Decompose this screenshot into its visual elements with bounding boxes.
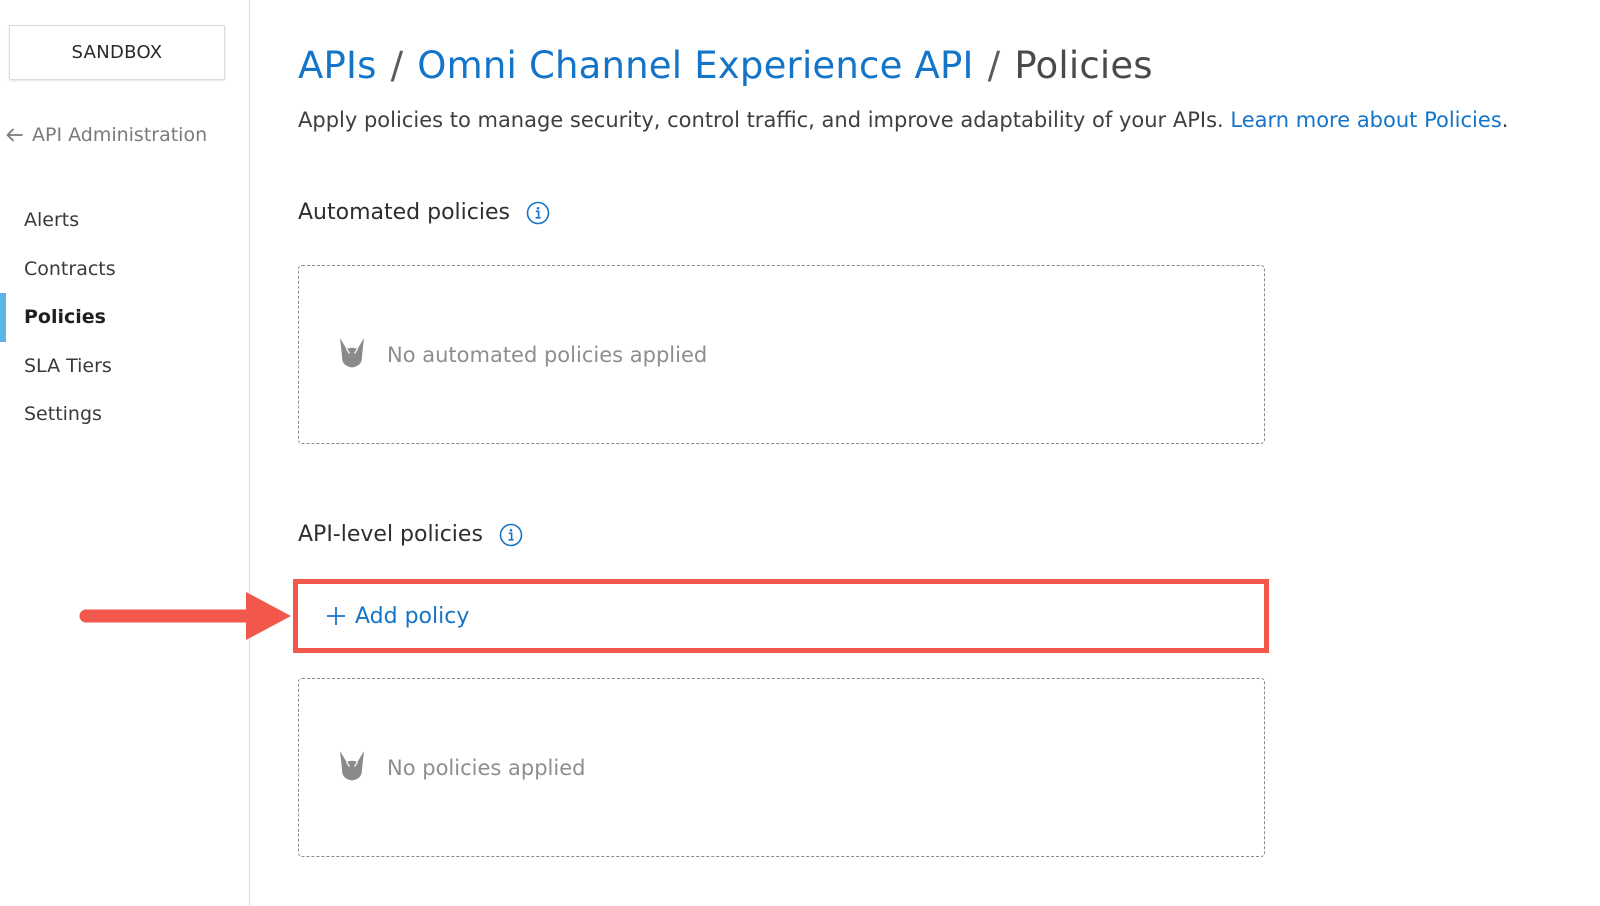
info-icon[interactable] [499, 523, 523, 547]
sidebar-item-label: Policies [24, 306, 106, 329]
description-end: . [1501, 108, 1509, 132]
sidebar-item-label: Alerts [24, 209, 80, 232]
empty-state-icon [337, 750, 367, 786]
page-description: Apply policies to manage security, contr… [298, 108, 1508, 132]
automated-policies-empty-state: No automated policies applied [298, 265, 1265, 444]
description-text: Apply policies to manage security, contr… [298, 108, 1224, 132]
section-title: API-level policies [298, 522, 483, 547]
arrow-left-icon [6, 128, 23, 142]
environment-label: SANDBOX [71, 42, 163, 63]
back-to-api-administration-link[interactable]: API Administration [6, 124, 207, 146]
api-level-policies-empty-state: No policies applied [298, 678, 1265, 857]
breadcrumb-current: Policies [1014, 44, 1153, 87]
section-title: Automated policies [298, 200, 510, 225]
add-policy-label: Add policy [355, 603, 470, 629]
sidebar: SANDBOX API Administration Alerts Contra… [0, 0, 250, 906]
breadcrumb-separator: / [390, 44, 404, 87]
add-policy-button[interactable]: Add policy [293, 579, 1269, 653]
sidebar-item-sla-tiers[interactable]: SLA Tiers [0, 342, 249, 391]
automated-policies-heading: Automated policies [298, 200, 550, 225]
api-level-policies-heading: API-level policies [298, 522, 523, 547]
breadcrumb: APIs / Omni Channel Experience API / Policie… [298, 44, 1153, 87]
sidebar-nav: Alerts Contracts Policies SLA Tiers Sett… [0, 196, 249, 439]
back-link-label: API Administration [32, 124, 208, 146]
empty-state-icon [337, 337, 367, 373]
info-icon[interactable] [526, 201, 550, 225]
breadcrumb-api-link[interactable]: Omni Channel Experience API [417, 44, 973, 87]
sidebar-item-policies[interactable]: Policies [0, 293, 249, 342]
callout-arrow-icon [79, 592, 291, 640]
empty-state-text: No policies applied [387, 755, 586, 780]
sidebar-item-settings[interactable]: Settings [0, 390, 249, 439]
sidebar-item-label: SLA Tiers [24, 354, 112, 377]
environment-button[interactable]: SANDBOX [9, 25, 225, 80]
learn-more-link[interactable]: Learn more about Policies [1230, 108, 1501, 132]
breadcrumb-separator: / [987, 44, 1001, 87]
sidebar-item-label: Contracts [24, 257, 116, 280]
sidebar-item-alerts[interactable]: Alerts [0, 196, 249, 245]
sidebar-item-label: Settings [24, 403, 102, 426]
plus-icon [326, 606, 346, 626]
breadcrumb-apis-link[interactable]: APIs [298, 44, 377, 87]
sidebar-item-contracts[interactable]: Contracts [0, 245, 249, 294]
empty-state-text: No automated policies applied [387, 342, 708, 367]
